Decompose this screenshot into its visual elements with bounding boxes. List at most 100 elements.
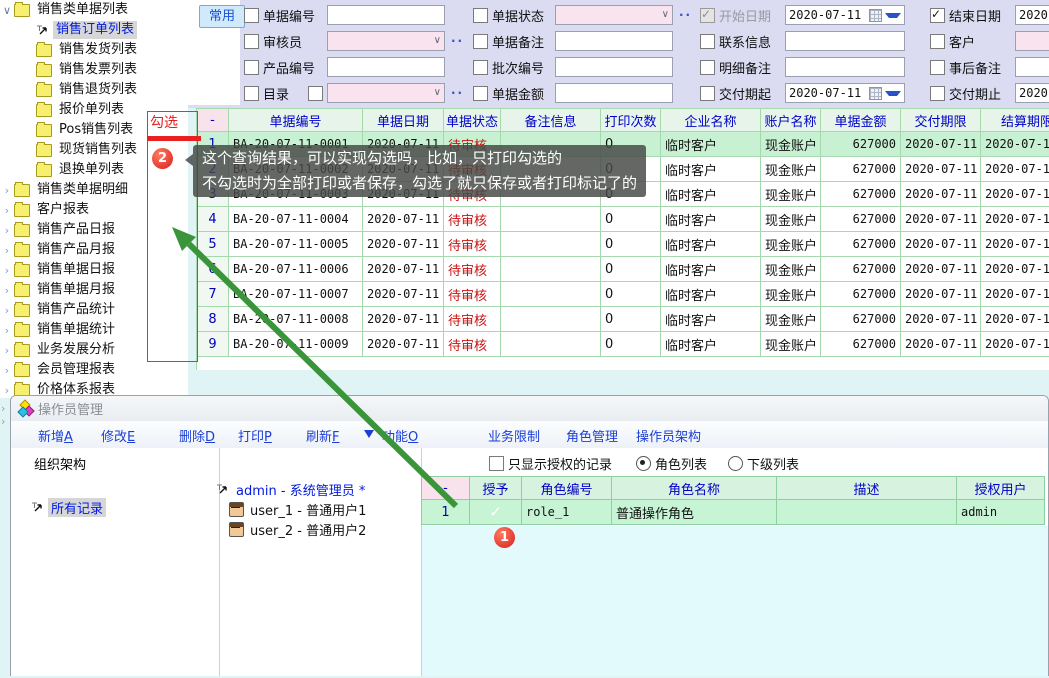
- browse-dots-button[interactable]: ..: [679, 5, 692, 19]
- orders-cell[interactable]: 2020-07-11: [981, 207, 1049, 232]
- orders-cell[interactable]: 627000: [821, 132, 901, 157]
- orders-cell[interactable]: 627000: [821, 282, 901, 307]
- orders-cell[interactable]: BA-20-07-11-0004: [229, 207, 363, 232]
- down-arrow-icon[interactable]: [364, 430, 374, 438]
- filter-dropdown[interactable]: [1015, 31, 1049, 51]
- orders-cell[interactable]: 0: [601, 257, 661, 282]
- sidebar-item[interactable]: 销售订单列表: [0, 20, 188, 40]
- filter-checkbox[interactable]: [930, 86, 945, 101]
- orders-cell[interactable]: 627000: [821, 232, 901, 257]
- orders-cell[interactable]: 待审核: [444, 282, 501, 307]
- orders-cell[interactable]: 临时客户: [661, 332, 761, 357]
- orders-cell[interactable]: 2020-07-11: [363, 257, 444, 282]
- roles-column-header[interactable]: 授权用户: [957, 476, 1045, 500]
- filter-checkbox[interactable]: [473, 86, 488, 101]
- orders-cell[interactable]: BA-20-07-11-0009: [229, 332, 363, 357]
- filter-dropdown[interactable]: ∨: [555, 5, 673, 25]
- orders-cell[interactable]: 2020-07-11: [981, 257, 1049, 282]
- orders-cell[interactable]: [501, 332, 601, 357]
- filter-checkbox[interactable]: [930, 34, 945, 49]
- orders-cell[interactable]: 临时客户: [661, 307, 761, 332]
- roles-table-row[interactable]: 1✓role_1普通操作角色admin: [421, 500, 1045, 525]
- orders-cell[interactable]: [501, 282, 601, 307]
- orders-cell[interactable]: 0: [601, 332, 661, 357]
- orders-cell[interactable]: 0: [601, 207, 661, 232]
- sidebar-item[interactable]: ∨销售类单据列表: [0, 0, 188, 20]
- user-tree-item-admin[interactable]: admin - 系统管理员 *: [216, 480, 368, 498]
- calendar-icon[interactable]: [869, 87, 882, 100]
- table-row[interactable]: 7BA-20-07-11-00072020-07-11待审核0临时客户现金账户6…: [197, 282, 1049, 307]
- filter-checkbox[interactable]: [473, 8, 488, 23]
- toolbar-item-a[interactable]: 新增A: [38, 426, 73, 445]
- orders-cell[interactable]: 现金账户: [761, 132, 821, 157]
- orders-cell[interactable]: BA-20-07-11-0008: [229, 307, 363, 332]
- orders-cell[interactable]: 2020-07-11: [981, 307, 1049, 332]
- chevron-collapsed-icon[interactable]: ›: [0, 304, 14, 317]
- filter-date-input[interactable]: 2020-07-11: [1015, 5, 1049, 25]
- filter-checkbox[interactable]: [930, 60, 945, 75]
- orders-column-header[interactable]: 备注信息: [501, 108, 601, 132]
- orders-cell[interactable]: 2020-07-11: [363, 232, 444, 257]
- orders-cell[interactable]: [501, 307, 601, 332]
- roles-cell[interactable]: role_1: [522, 500, 612, 525]
- chevron-down-icon[interactable]: ∨: [662, 9, 669, 20]
- orders-cell[interactable]: 临时客户: [661, 282, 761, 307]
- orders-cell[interactable]: 0: [601, 282, 661, 307]
- table-row[interactable]: 8BA-20-07-11-00082020-07-11待审核0临时客户现金账户6…: [197, 307, 1049, 332]
- sidebar-item[interactable]: 销售发货列表: [0, 40, 188, 60]
- orders-column-header[interactable]: 单据编号: [229, 108, 363, 132]
- table-row[interactable]: 6BA-20-07-11-00062020-07-11待审核0临时客户现金账户6…: [197, 257, 1049, 282]
- chevron-down-icon[interactable]: ∨: [434, 87, 441, 98]
- orders-column-header[interactable]: 单据金额: [821, 108, 901, 132]
- filter-extra-checkbox[interactable]: [308, 83, 327, 104]
- filter-checkbox[interactable]: [700, 8, 715, 23]
- toolbar-item-o[interactable]: 功能O: [382, 426, 418, 445]
- orders-cell[interactable]: 2020-07-11: [363, 282, 444, 307]
- filter-input[interactable]: [1015, 57, 1049, 77]
- orders-cell[interactable]: 627000: [821, 257, 901, 282]
- chevron-down-icon[interactable]: ∨: [434, 35, 441, 46]
- orders-cell[interactable]: 待审核: [444, 332, 501, 357]
- filter-input[interactable]: [555, 57, 673, 77]
- orders-cell[interactable]: 6: [197, 257, 229, 282]
- radio-icon[interactable]: [728, 456, 743, 471]
- show-authorized-checkbox[interactable]: 只显示授权的记录: [489, 454, 612, 472]
- orders-cell[interactable]: 9: [197, 332, 229, 357]
- chevron-down-icon[interactable]: [885, 13, 901, 18]
- orders-cell[interactable]: 2020-07-11: [901, 307, 981, 332]
- filter-input[interactable]: [555, 83, 673, 103]
- orders-cell[interactable]: 627000: [821, 332, 901, 357]
- browse-dots-button[interactable]: ..: [451, 83, 464, 97]
- chevron-collapsed-icon[interactable]: ›: [0, 184, 14, 197]
- roles-cell[interactable]: 普通操作角色: [612, 500, 777, 525]
- radio-role-list[interactable]: 角色列表: [636, 454, 707, 472]
- orders-cell[interactable]: 2020-07-11: [981, 132, 1049, 157]
- orders-cell[interactable]: 现金账户: [761, 257, 821, 282]
- filter-checkbox[interactable]: [244, 8, 259, 23]
- orders-cell[interactable]: 临时客户: [661, 257, 761, 282]
- filter-dropdown[interactable]: ∨: [327, 31, 445, 51]
- filter-checkbox[interactable]: [700, 34, 715, 49]
- toolbar-item-p[interactable]: 打印P: [238, 426, 272, 445]
- chevron-collapsed-icon[interactable]: ›: [0, 384, 14, 397]
- filter-input[interactable]: [327, 57, 445, 77]
- filter-input[interactable]: [555, 31, 673, 51]
- menu-item[interactable]: 操作员架构: [636, 426, 701, 445]
- chevron-collapsed-icon[interactable]: ›: [0, 324, 14, 337]
- chevron-collapsed-icon[interactable]: ›: [0, 264, 14, 277]
- sidebar-item[interactable]: 销售发票列表: [0, 60, 188, 80]
- orders-column-header[interactable]: 单据日期: [363, 108, 444, 132]
- orders-cell[interactable]: 临时客户: [661, 157, 761, 182]
- radio-icon[interactable]: [636, 456, 651, 471]
- orders-cell[interactable]: 临时客户: [661, 232, 761, 257]
- toolbar-item-e[interactable]: 修改E: [101, 426, 135, 445]
- toolbar-item-d[interactable]: 删除D: [179, 426, 215, 445]
- orders-cell[interactable]: 2020-07-11: [981, 282, 1049, 307]
- orders-cell[interactable]: 627000: [821, 207, 901, 232]
- checkbox-icon[interactable]: [308, 86, 323, 101]
- filter-checkbox[interactable]: [700, 86, 715, 101]
- chevron-collapsed-icon[interactable]: ›: [0, 364, 14, 377]
- orders-cell[interactable]: 2020-07-11: [981, 157, 1049, 182]
- orders-cell[interactable]: 8: [197, 307, 229, 332]
- roles-cell[interactable]: [777, 500, 957, 525]
